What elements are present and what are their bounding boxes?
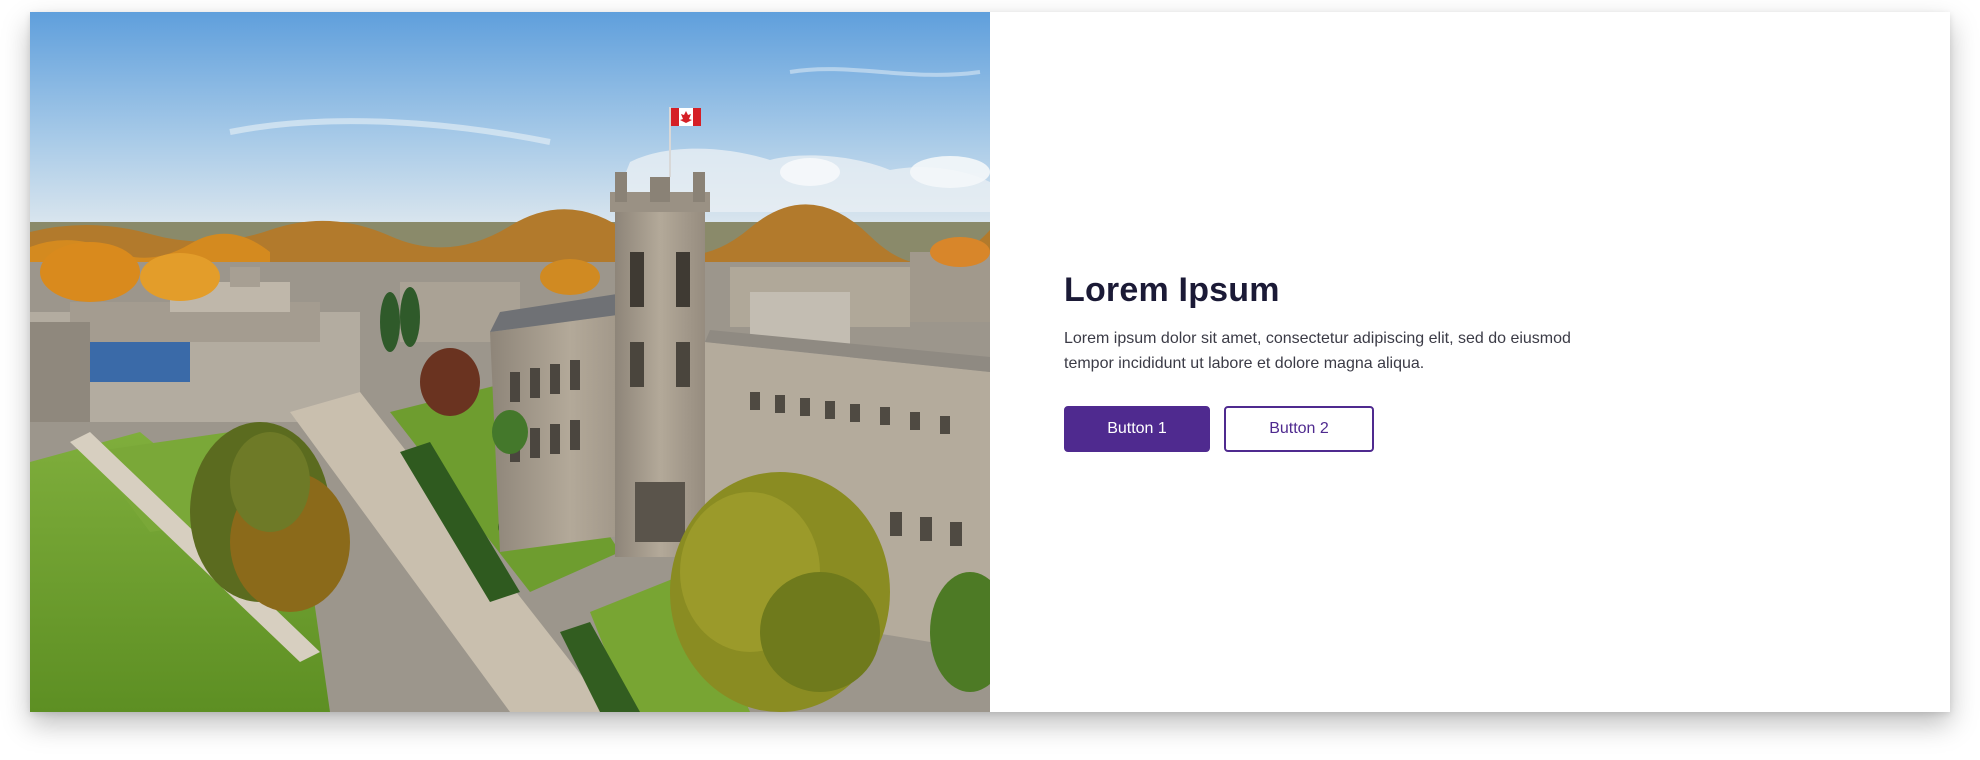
hero-body: Lorem ipsum dolor sit amet, consectetur … — [1064, 330, 1571, 372]
hero-content: Lorem Ipsum Lorem ipsum dolor sit amet, … — [990, 12, 1950, 712]
primary-button[interactable]: Button 1 — [1064, 406, 1210, 452]
page: Lorem Ipsum Lorem ipsum dolor sit amet, … — [0, 0, 1980, 760]
campus-aerial-photo — [30, 12, 990, 712]
hero-text-block: Lorem Ipsum Lorem ipsum dolor sit amet, … — [1064, 270, 1624, 452]
hero-card: Lorem Ipsum Lorem ipsum dolor sit amet, … — [30, 12, 1950, 712]
hero-title: Lorem Ipsum — [1064, 271, 1280, 309]
canada-flag-icon — [671, 108, 701, 126]
hero-image — [30, 12, 990, 712]
secondary-button[interactable]: Button 2 — [1224, 406, 1374, 452]
hero-actions: Button 1 Button 2 — [1064, 406, 1624, 452]
